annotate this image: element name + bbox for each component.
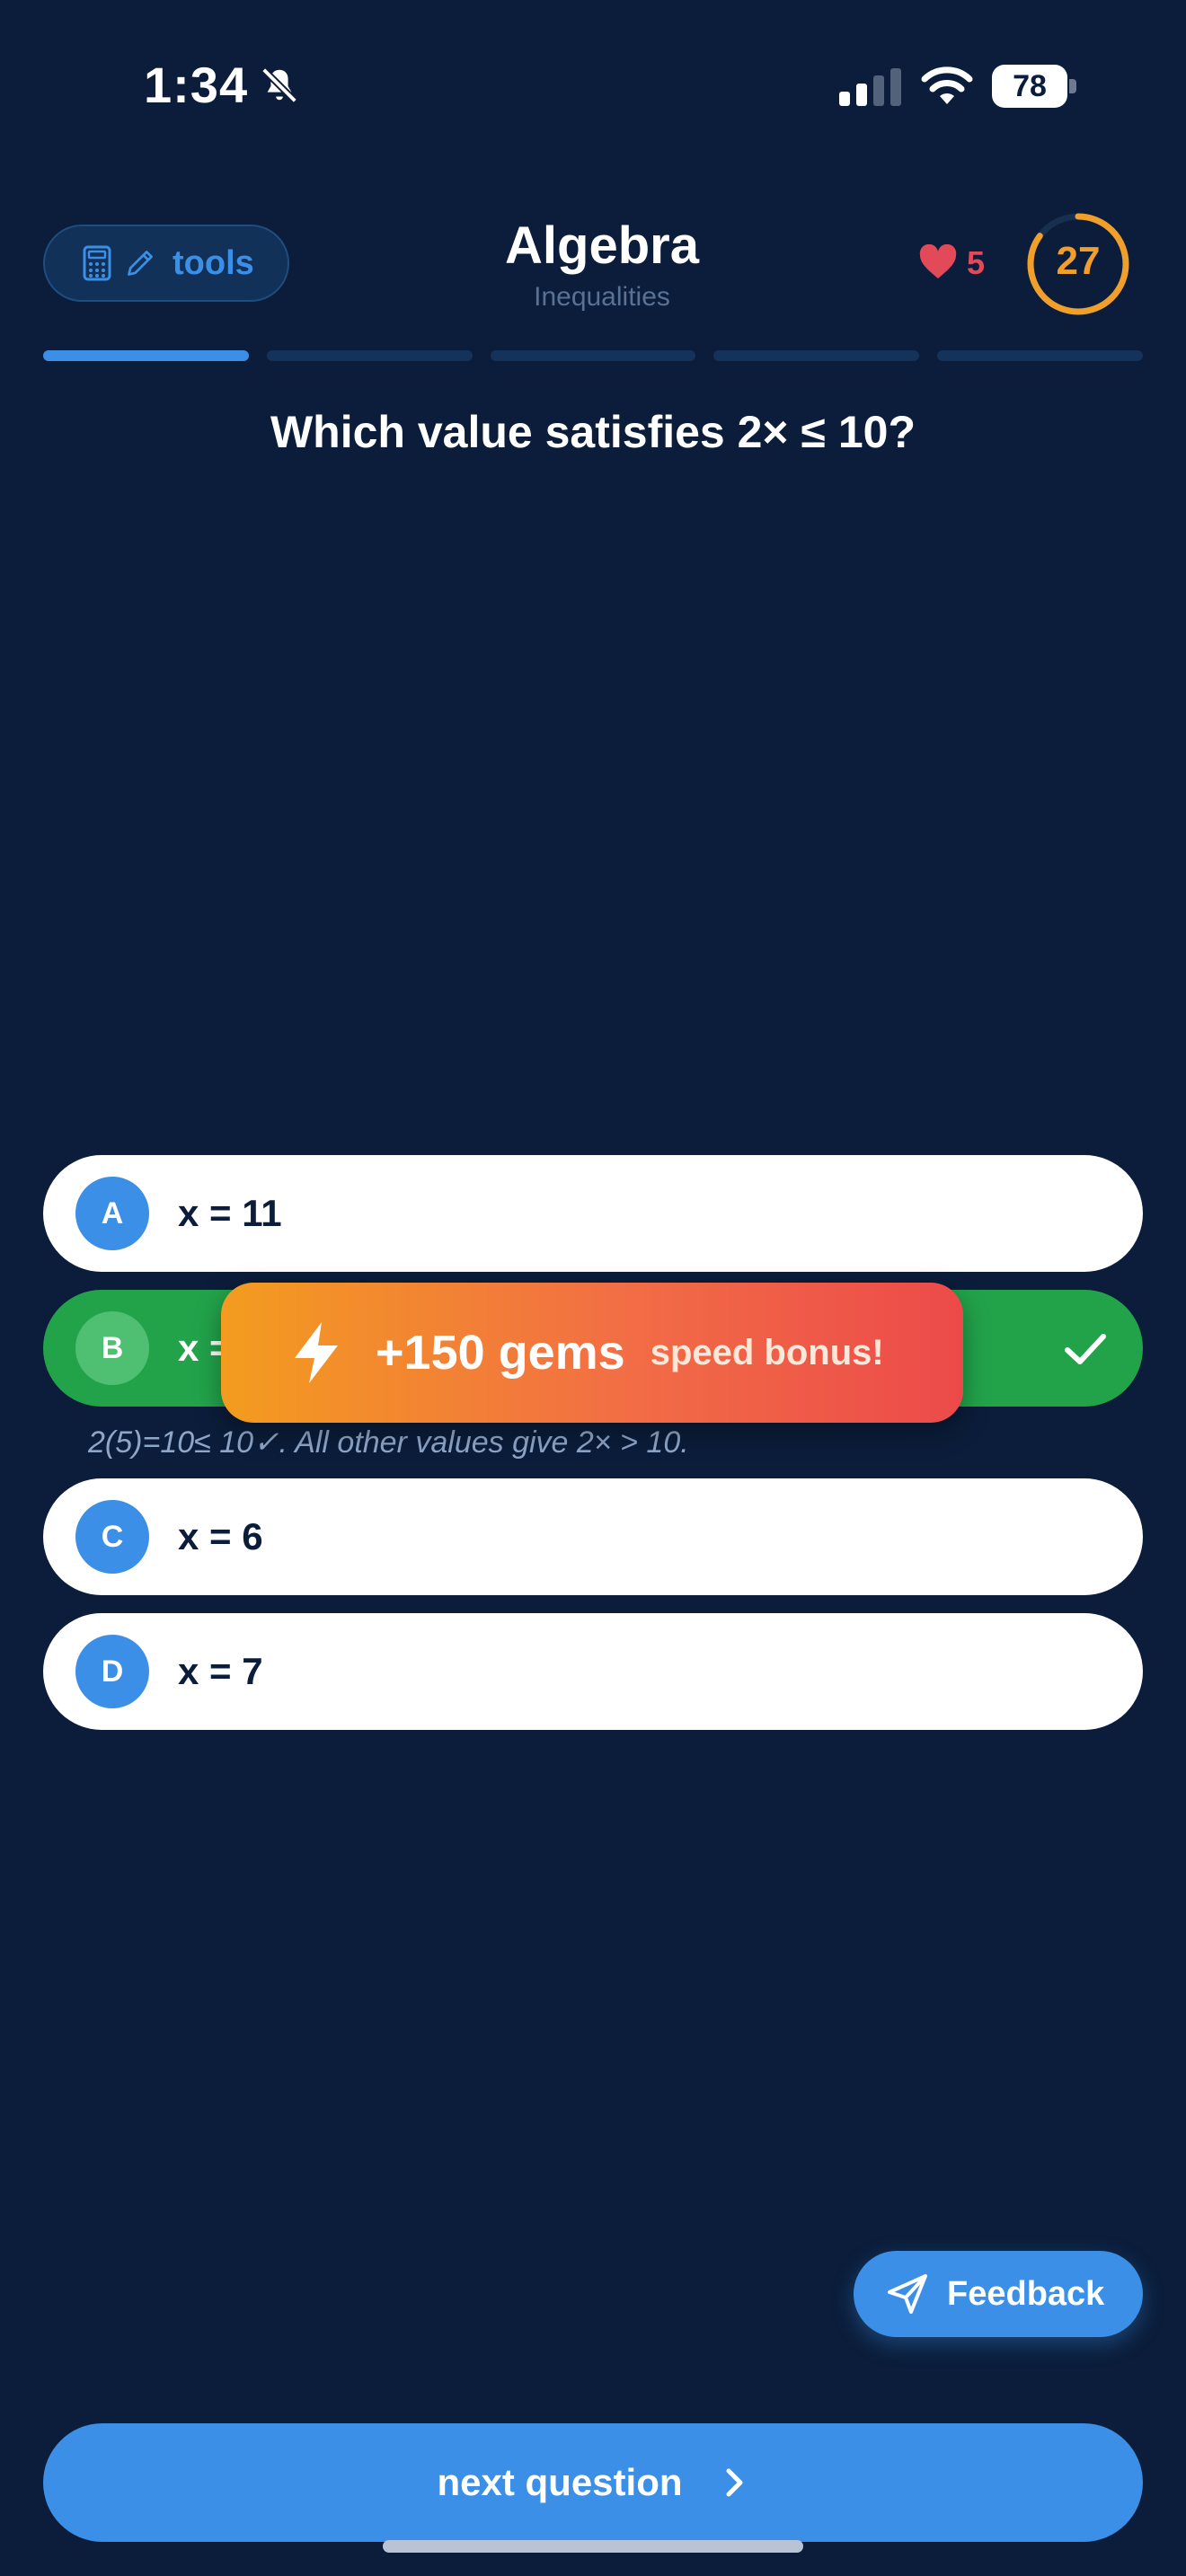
bell-muted-icon	[261, 67, 297, 103]
next-question-button[interactable]: next question	[43, 2423, 1143, 2542]
send-icon	[888, 2274, 927, 2314]
page-subtitle: Inequalities	[534, 282, 670, 312]
answer-letter: B	[75, 1311, 149, 1385]
timer-value: 27	[1056, 239, 1101, 283]
progress-segment-2	[266, 350, 473, 361]
question-text: Which value satisfies 2× ≤ 10?	[270, 407, 916, 457]
answer-option-a[interactable]: A x = 11	[43, 1155, 1143, 1272]
progress-segment-5	[937, 350, 1143, 361]
progress-segment-3	[490, 350, 696, 361]
answer-option-d[interactable]: D x = 7	[43, 1613, 1143, 1730]
wifi-icon	[921, 66, 973, 104]
pencil-icon	[128, 251, 153, 276]
tools-button[interactable]: tools	[43, 225, 289, 302]
feedback-button[interactable]: Feedback	[854, 2251, 1143, 2337]
bonus-label: speed bonus!	[650, 1332, 884, 1372]
checkmark-icon	[1065, 1334, 1106, 1364]
status-time: 1:34	[144, 57, 249, 113]
lives-count: 5	[967, 244, 986, 281]
answer-letter: A	[75, 1177, 149, 1250]
speed-bonus-toast: +150 gems speed bonus!	[221, 1283, 963, 1423]
lightning-icon	[295, 1322, 338, 1383]
question-progress	[43, 350, 1143, 361]
cellular-signal-icon	[839, 68, 901, 106]
calculator-icon	[83, 245, 111, 281]
heart-icon	[919, 244, 957, 278]
battery-level: 78	[1013, 69, 1047, 103]
next-question-label: next question	[437, 2461, 683, 2503]
answer-text: x = 11	[178, 1192, 282, 1234]
answer-letter: D	[75, 1635, 149, 1708]
progress-segment-1	[43, 350, 249, 361]
tools-label: tools	[173, 243, 254, 282]
chevron-right-icon	[726, 2468, 743, 2497]
page-title: Algebra	[505, 216, 699, 275]
feedback-label: Feedback	[947, 2274, 1105, 2313]
home-indicator[interactable]	[383, 2540, 803, 2553]
answer-letter: C	[75, 1500, 149, 1574]
answer-option-c[interactable]: C x = 6	[43, 1478, 1143, 1595]
bonus-gems: +150 gems	[376, 1326, 625, 1380]
progress-segment-4	[713, 350, 920, 361]
battery-indicator: 78	[992, 65, 1078, 108]
answer-text: x = 7	[178, 1650, 263, 1692]
answer-text: x = 6	[178, 1515, 263, 1557]
answer-explanation: 2(5)=10≤ 10✓. All other values give 2× >…	[88, 1425, 689, 1460]
